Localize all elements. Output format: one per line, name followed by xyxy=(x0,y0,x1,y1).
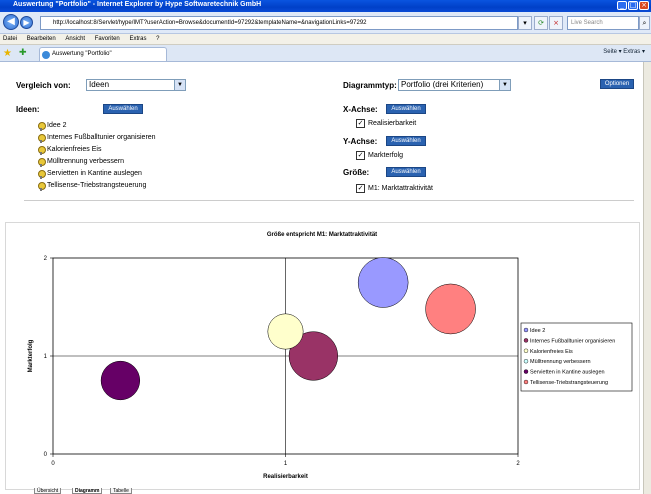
size-checkbox[interactable]: ✓ xyxy=(356,184,365,193)
ideen-label: Ideen: xyxy=(16,105,40,114)
tab-bar: ★ ✚ Auswertung "Portfolio" Seite ▾ Extra… xyxy=(0,45,651,62)
x-axis-checkbox[interactable]: ✓ xyxy=(356,119,365,128)
refresh-icon[interactable]: ⟳ xyxy=(534,16,548,30)
y-tick-label: 2 xyxy=(44,256,48,262)
legend-swatch xyxy=(523,338,529,343)
size-value: M1: Marktattraktivität xyxy=(368,185,433,192)
idea-bulb-icon xyxy=(38,158,46,167)
x-tick-label: 0 xyxy=(51,461,55,467)
chevron-down-icon: ▼ xyxy=(499,80,510,90)
y-axis-auswaehlen-button[interactable]: Auswählen xyxy=(386,136,426,146)
ie-page-icon xyxy=(42,51,50,59)
close-icon[interactable]: × xyxy=(639,1,649,10)
menu-datei[interactable]: Datei xyxy=(3,34,17,45)
idea-bulb-icon xyxy=(38,146,46,155)
x-axis-value: Realisierbarkeit xyxy=(368,120,417,127)
search-icon[interactable]: ⌕ xyxy=(639,16,650,30)
idea-list-item[interactable]: Servietten in Kantine auslegen xyxy=(47,169,142,179)
menu-ansicht[interactable]: Ansicht xyxy=(65,34,85,45)
vergleich-value: Ideen xyxy=(89,80,110,89)
favorites-star-icon[interactable]: ★ xyxy=(3,48,12,59)
vergleich-select[interactable]: Ideen ▼ xyxy=(86,79,186,91)
size-label: Größe: xyxy=(343,168,370,177)
idea-bulb-icon xyxy=(38,134,46,143)
maximize-icon[interactable]: □ xyxy=(628,1,638,10)
legend-swatch xyxy=(523,369,529,374)
legend-label: Internes Fußballtunier organisieren xyxy=(530,338,615,344)
tab-tabelle[interactable]: Tabelle xyxy=(110,488,132,494)
diagrammtyp-select[interactable]: Portfolio (drei Kriterien) ▼ xyxy=(398,79,511,91)
idea-list-item[interactable]: Idee 2 xyxy=(47,121,66,131)
bubble-1[interactable] xyxy=(357,257,409,308)
tab-diagramm[interactable]: Diagramm xyxy=(72,488,103,494)
address-toolbar: ◀ ▶ http://localhost:8/Servlet/hype/IMT?… xyxy=(0,12,651,34)
minimize-icon[interactable]: _ xyxy=(617,1,627,10)
legend-label: Mülltrennung verbessern xyxy=(530,359,591,365)
y-axis-value: Markterfolg xyxy=(368,152,404,159)
chart-title: Größe entspricht M1: Marktattraktivität xyxy=(267,232,377,238)
idea-list-item[interactable]: Internes Fußballtunier organisieren xyxy=(47,133,156,143)
idea-list-item[interactable]: Tellisense-Triebstrangsteuerung xyxy=(47,181,146,191)
bubble-3[interactable] xyxy=(267,313,304,350)
idea-list-item[interactable]: Kalorienfreies Eis xyxy=(47,145,101,155)
ideen-auswaehlen-button[interactable]: Auswählen xyxy=(103,104,143,114)
idea-bulb-icon xyxy=(38,122,46,131)
x-axis-label: Realisierbarkeit xyxy=(263,474,308,480)
x-axis-auswaehlen-button[interactable]: Auswählen xyxy=(386,104,426,114)
size-auswaehlen-button[interactable]: Auswählen xyxy=(386,167,426,177)
legend-swatch xyxy=(523,358,529,364)
idea-bulb-icon xyxy=(38,182,46,191)
legend-label: Kalorienfreies Eis xyxy=(530,349,573,355)
optionen-button[interactable]: Optionen xyxy=(600,79,634,89)
legend-swatch xyxy=(523,379,529,385)
legend-label: Idee 2 xyxy=(530,328,545,334)
menu-help[interactable]: ? xyxy=(156,34,159,45)
x-tick-label: 2 xyxy=(516,461,520,467)
x-axis-label: X-Achse: xyxy=(343,105,378,114)
add-favorites-icon[interactable]: ✚ xyxy=(19,48,27,58)
legend-swatch xyxy=(523,327,529,333)
window-titlebar: Auswertung "Portfolio" - Internet Explor… xyxy=(0,0,651,12)
back-icon[interactable]: ◀ xyxy=(3,14,19,30)
legend-label: Servietten in Kantine auslegen xyxy=(530,370,605,376)
stop-icon[interactable]: × xyxy=(549,16,563,30)
diagrammtyp-label: Diagrammtyp: xyxy=(343,81,397,90)
tab-uebersicht[interactable]: Übersicht xyxy=(34,488,62,494)
menu-bar: Datei Bearbeiten Ansicht Favoriten Extra… xyxy=(0,34,651,45)
y-axis-label: Markterfolg xyxy=(28,339,34,372)
menu-extras[interactable]: Extras xyxy=(129,34,146,45)
bubble-chart: Größe entspricht M1: Marktattraktivität 0… xyxy=(28,232,633,480)
x-tick-label: 1 xyxy=(284,461,288,467)
menu-favoriten[interactable]: Favoriten xyxy=(95,34,120,45)
y-axis-checkbox[interactable]: ✓ xyxy=(356,151,365,160)
menu-bearbeiten[interactable]: Bearbeiten xyxy=(27,34,56,45)
y-tick-label: 1 xyxy=(44,354,48,360)
bubble-6[interactable] xyxy=(425,283,476,335)
idea-bulb-icon xyxy=(38,170,46,179)
chart-panel: Größe entspricht M1: Marktattraktivität 0… xyxy=(5,222,640,490)
chevron-down-icon: ▼ xyxy=(174,80,185,90)
tab-label: Auswertung "Portfolio" xyxy=(52,51,112,57)
window-title: Auswertung "Portfolio" - Internet Explor… xyxy=(13,1,262,8)
vertical-scrollbar[interactable] xyxy=(643,62,651,494)
idea-list-item[interactable]: Mülltrennung verbessern xyxy=(47,157,124,167)
diagrammtyp-value: Portfolio (drei Kriterien) xyxy=(401,80,484,89)
toolbar-right[interactable]: Seite ▾ Extras ▾ xyxy=(603,48,645,55)
forward-icon[interactable]: ▶ xyxy=(20,16,33,29)
vergleich-label: Vergleich von: xyxy=(16,81,71,90)
bubble-5[interactable] xyxy=(100,360,141,401)
address-field[interactable]: http://localhost:8/Servlet/hype/IMT?user… xyxy=(40,16,518,30)
y-axis-label: Y-Achse: xyxy=(343,137,378,146)
tab-auswertung-portfolio[interactable]: Auswertung "Portfolio" xyxy=(39,47,167,61)
search-input[interactable]: Live Search xyxy=(567,16,639,30)
address-dropdown-icon[interactable]: ▾ xyxy=(518,16,532,30)
divider xyxy=(24,200,634,201)
legend-label: Tellisense-Triebstrangsteuerung xyxy=(530,380,608,386)
legend-swatch xyxy=(523,348,529,354)
y-tick-label: 0 xyxy=(44,452,48,458)
